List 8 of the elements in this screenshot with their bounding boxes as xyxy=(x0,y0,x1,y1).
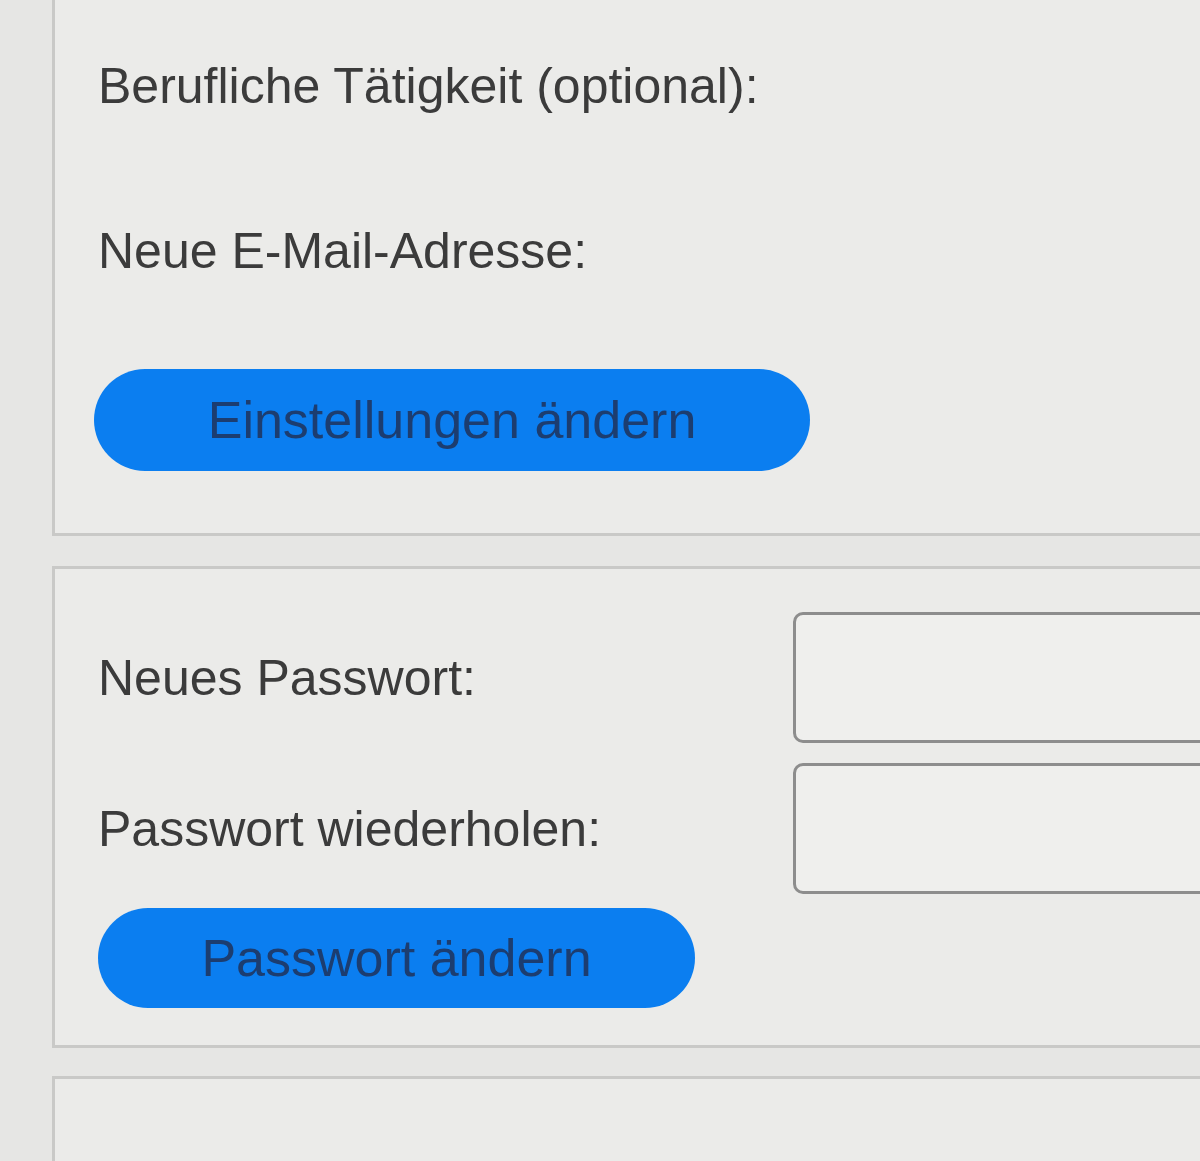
field-label: Berufliche Tätigkeit (optional): xyxy=(98,57,759,116)
input-field[interactable] xyxy=(793,763,1200,894)
field-label: Neue E-Mail-Adresse: xyxy=(98,222,588,281)
submit-button[interactable]: Passwort ändern xyxy=(98,908,695,1008)
field-label: Neues Passwort: xyxy=(98,648,477,708)
field-label: Passwort wiederholen: xyxy=(98,799,603,859)
input-field[interactable] xyxy=(793,612,1200,743)
submit-button[interactable]: Einstellungen ändern xyxy=(94,369,810,471)
